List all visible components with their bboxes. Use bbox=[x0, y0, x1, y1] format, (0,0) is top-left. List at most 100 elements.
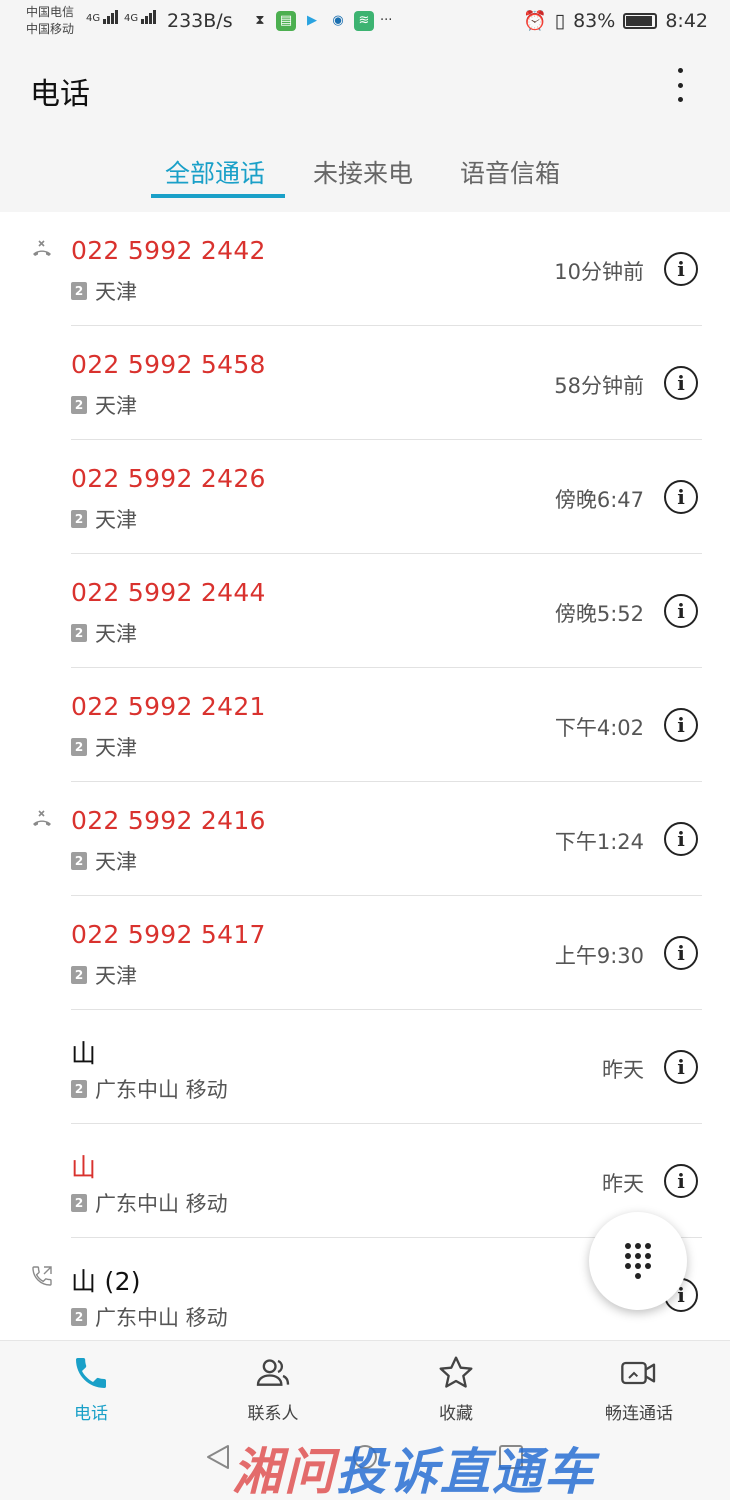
signal-icon-1: 4G bbox=[86, 10, 119, 24]
call-log-row[interactable]: 022 5992 2421 2 天津 下午4:02 i bbox=[0, 668, 730, 782]
caller-name: 山 bbox=[71, 1153, 97, 1182]
sim-2-icon: 2 bbox=[71, 282, 87, 300]
caller-name: 022 5992 2444 bbox=[71, 578, 266, 607]
info-icon[interactable]: i bbox=[664, 822, 698, 856]
call-log-row[interactable]: 022 5992 5458 2 天津 58分钟前 i bbox=[0, 326, 730, 440]
call-log-row[interactable]: 022 5992 2444 2 天津 傍晚5:52 i bbox=[0, 554, 730, 668]
info-icon[interactable]: i bbox=[664, 594, 698, 628]
nav-favorites-label: 收藏 bbox=[439, 1404, 473, 1424]
caller-details: 2 天津 bbox=[71, 732, 137, 762]
caller-name: 022 5992 2421 bbox=[71, 692, 266, 721]
wifi-share-icon: ≋ bbox=[354, 11, 374, 31]
nav-contacts[interactable]: 联系人 bbox=[213, 1353, 333, 1424]
alarm-icon: ⏰ bbox=[522, 10, 547, 32]
dialpad-button[interactable] bbox=[589, 1212, 687, 1310]
call-time: 下午4:02 bbox=[554, 716, 644, 740]
app-bar: 电话 bbox=[0, 44, 730, 134]
clock: 8:42 bbox=[665, 9, 708, 32]
net-type-1: 4G bbox=[86, 13, 101, 24]
nav-contacts-label: 联系人 bbox=[247, 1404, 299, 1424]
nav-meetime[interactable]: 畅连通话 bbox=[579, 1353, 699, 1424]
back-icon[interactable] bbox=[203, 1442, 233, 1472]
call-time: 昨天 bbox=[602, 1058, 644, 1082]
call-time: 10分钟前 bbox=[554, 260, 644, 284]
caller-details: 2 天津 bbox=[71, 390, 137, 420]
contacts-icon bbox=[256, 1359, 290, 1386]
carrier-1: 中国电信 bbox=[26, 5, 75, 19]
sim-2-icon: 2 bbox=[71, 510, 87, 528]
caller-location: 天津 bbox=[95, 850, 137, 874]
watermark-part-2: 投诉直通车 bbox=[336, 1443, 596, 1500]
page-title: 电话 bbox=[30, 77, 90, 112]
caller-name: 022 5992 5458 bbox=[71, 350, 266, 379]
camera-app-icon: ◉ bbox=[332, 13, 344, 28]
watermark-part-1: 湘问 bbox=[232, 1443, 336, 1500]
star-icon bbox=[439, 1356, 473, 1388]
notification-icons: ⧗ ▤ ▶ ◉ ≋ ··· bbox=[250, 11, 392, 31]
tab-indicator bbox=[151, 194, 285, 198]
info-icon[interactable]: i bbox=[664, 936, 698, 970]
nav-phone[interactable]: 电话 bbox=[31, 1353, 151, 1424]
video-call-icon bbox=[621, 1361, 656, 1385]
call-tabs: 全部通话 未接来电 语音信箱 bbox=[0, 134, 730, 212]
info-icon[interactable]: i bbox=[664, 480, 698, 514]
caller-details: 2 广东中山 移动 bbox=[71, 1074, 228, 1104]
caller-details: 2 天津 bbox=[71, 846, 137, 876]
signal-icon-2: 4G bbox=[124, 10, 157, 24]
caller-name: 山 (2) bbox=[71, 1267, 141, 1296]
call-time: 58分钟前 bbox=[554, 374, 644, 398]
caller-location: 天津 bbox=[95, 622, 137, 646]
watermark-logo: 湘问投诉直通车 bbox=[232, 1432, 596, 1500]
caller-location: 广东中山 移动 bbox=[95, 1306, 228, 1330]
sim-2-icon: 2 bbox=[71, 396, 87, 414]
call-log-list: 022 5992 2442 2 天津 10分钟前 i 022 5992 5458 2 天津 58… bbox=[0, 212, 730, 1340]
call-log-row[interactable]: 022 5992 5417 2 天津 上午9:30 i bbox=[0, 896, 730, 1010]
tab-missed-calls[interactable]: 未接来电 bbox=[313, 154, 413, 190]
status-bar: 中国电信 中国移动 4G 4G 233B/s ⧗ ▤ ▶ ◉ ≋ ··· ⏰ ▯… bbox=[0, 0, 730, 44]
call-log-row[interactable]: 022 5992 2426 2 天津 傍晚6:47 i bbox=[0, 440, 730, 554]
sim-2-icon: 2 bbox=[71, 852, 87, 870]
caller-location: 天津 bbox=[95, 964, 137, 988]
sim-2-icon: 2 bbox=[71, 738, 87, 756]
caller-name: 022 5992 2416 bbox=[71, 806, 266, 835]
rejected-call-icon bbox=[30, 238, 54, 262]
call-time: 下午1:24 bbox=[554, 830, 644, 854]
more-vert-icon[interactable] bbox=[668, 68, 692, 102]
battery-percent: 83% bbox=[573, 9, 616, 32]
info-icon[interactable]: i bbox=[664, 1164, 698, 1198]
caller-location: 广东中山 移动 bbox=[95, 1078, 228, 1102]
caller-details: 2 天津 bbox=[71, 618, 137, 648]
caller-location: 广东中山 移动 bbox=[95, 1192, 228, 1216]
caller-details: 2 天津 bbox=[71, 276, 137, 306]
sim-2-icon: 2 bbox=[71, 1308, 87, 1326]
call-time: 上午9:30 bbox=[554, 944, 644, 968]
call-log-row[interactable]: 022 5992 2442 2 天津 10分钟前 i bbox=[0, 212, 730, 326]
tab-all-calls[interactable]: 全部通话 bbox=[165, 154, 265, 190]
carrier-names: 中国电信 中国移动 bbox=[26, 4, 74, 38]
dialpad-icon bbox=[625, 1243, 651, 1279]
more-notifications-icon: ··· bbox=[380, 13, 393, 28]
sim-2-icon: 2 bbox=[71, 1194, 87, 1212]
tab-voicemail[interactable]: 语音信箱 bbox=[460, 154, 560, 190]
caller-name: 022 5992 2426 bbox=[71, 464, 266, 493]
sim-2-icon: 2 bbox=[71, 966, 87, 984]
caller-location: 天津 bbox=[95, 508, 137, 532]
sim-2-icon: 2 bbox=[71, 624, 87, 642]
info-icon[interactable]: i bbox=[664, 1050, 698, 1084]
caller-name: 山 bbox=[71, 1039, 97, 1068]
caller-name: 022 5992 2442 bbox=[71, 236, 266, 265]
nav-phone-label: 电话 bbox=[74, 1404, 108, 1424]
app-notification-icon: ▤ bbox=[276, 11, 296, 31]
nav-favorites[interactable]: 收藏 bbox=[396, 1353, 516, 1424]
call-log-row[interactable]: 山 2 广东中山 移动 昨天 i bbox=[0, 1010, 730, 1124]
info-icon[interactable]: i bbox=[664, 366, 698, 400]
net-speed: 233B/s bbox=[167, 10, 233, 32]
info-icon[interactable]: i bbox=[664, 708, 698, 742]
call-log-row[interactable]: 022 5992 2416 2 天津 下午1:24 i bbox=[0, 782, 730, 896]
hourglass-icon: ⧗ bbox=[255, 13, 265, 28]
info-icon[interactable]: i bbox=[664, 252, 698, 286]
nav-meetime-label: 畅连通话 bbox=[605, 1404, 673, 1424]
video-app-icon: ▶ bbox=[307, 13, 317, 28]
caller-location: 天津 bbox=[95, 280, 137, 304]
outgoing-call-icon bbox=[30, 1264, 54, 1288]
